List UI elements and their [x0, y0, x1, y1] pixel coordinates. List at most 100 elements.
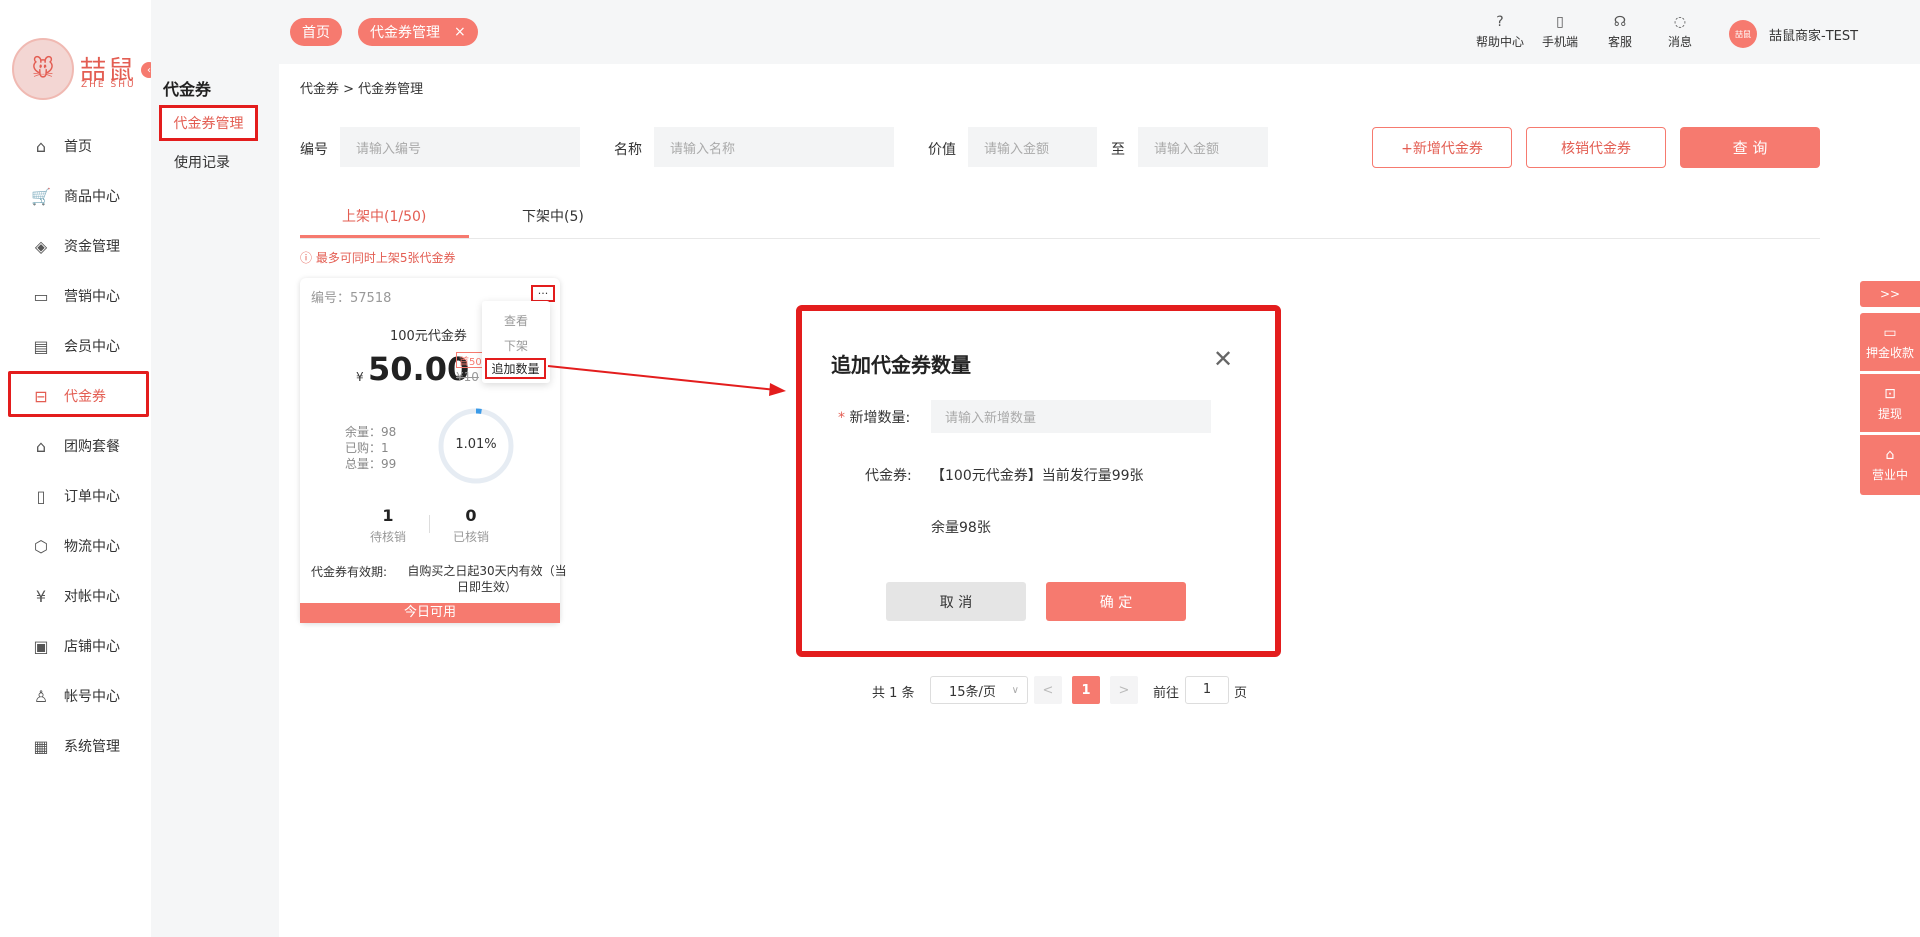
nav-item-4[interactable]: ▭ 营销中心 — [30, 278, 160, 314]
value-max-input[interactable]: 请输入金额 — [1138, 127, 1268, 167]
value-min-input[interactable]: 请输入金额 — [968, 127, 1097, 167]
goto-page-input[interactable]: 1 — [1185, 676, 1229, 704]
arrow-line — [547, 365, 777, 391]
page-size-value: 15条/页 — [949, 684, 996, 700]
prev-page-button[interactable]: < — [1034, 676, 1062, 704]
subnav-item-voucher-manage[interactable]: 代金券管理 — [159, 105, 258, 141]
card-icon: ▭ — [1883, 325, 1897, 341]
cart-icon: 🛒 — [31, 186, 51, 206]
page-size-select[interactable]: 15条/页 ∨ — [930, 676, 1028, 704]
menu-item-take-off[interactable]: 下架 — [482, 337, 550, 354]
service-label: 客服 — [1607, 35, 1632, 49]
tab-on-shelf[interactable]: 上架中(1/50) — [342, 206, 426, 226]
nav-item-12[interactable]: ♙ 帐号中心 — [30, 678, 160, 714]
menu-item-add-quantity[interactable]: 追加数量 — [485, 358, 546, 379]
avatar[interactable]: 喆鼠 — [1729, 20, 1757, 48]
nav-item-label: 团购套餐 — [64, 439, 120, 455]
code-label: 编号 — [300, 142, 328, 158]
headset-icon: ☊ — [1613, 14, 1627, 30]
tab-active-indicator — [300, 235, 469, 238]
shelf-limit-text: 最多可同时上架5张代金券 — [315, 251, 456, 265]
chevron-down-icon: ∨ — [1011, 684, 1019, 696]
yen-circle-icon: ¥ — [35, 586, 47, 606]
tab-voucher-manage[interactable]: 代金券管理 × — [358, 18, 478, 46]
available-today-banner: 今日可用 — [300, 603, 560, 623]
verify-voucher-button[interactable]: 核销代金券 — [1526, 127, 1666, 168]
nav-item-8[interactable]: ▯ 订单中心 — [30, 478, 160, 514]
mobile-button[interactable]: ▯ 手机端 — [1532, 14, 1588, 50]
annotation-arrow — [547, 365, 786, 396]
close-icon[interactable]: ✕ — [1213, 345, 1233, 373]
bought-stat: 已购：1 — [345, 441, 389, 455]
nav-item-10[interactable]: ¥ 对帐中心 — [30, 578, 160, 614]
phone-icon: ▯ — [1556, 14, 1564, 30]
nav-item-label: 系统管理 — [64, 739, 120, 755]
more-options-button[interactable]: ··· — [531, 285, 555, 302]
name-label: 名称 — [614, 142, 642, 158]
breadcrumb: 代金券 > 代金券管理 — [300, 82, 424, 97]
validity-value: 自购买之日起30天内有效（当日即生效） — [407, 564, 567, 594]
nav-item-13[interactable]: ▦ 系统管理 — [30, 728, 160, 764]
nav-item-2[interactable]: 🛒 商品中心 — [30, 178, 160, 214]
menu-item-view[interactable]: 查看 — [482, 312, 550, 329]
voucher-label: 代金券: — [865, 468, 912, 484]
shelf-limit-warning: ⓘ 最多可同时上架5张代金券 — [300, 249, 455, 266]
bag-icon: ⌂ — [35, 436, 47, 456]
nav-item-7[interactable]: ⌂ 团购套餐 — [30, 428, 160, 464]
nav-item-label: 物流中心 — [64, 539, 120, 555]
nav-item-9[interactable]: ⬡ 物流中心 — [30, 528, 160, 564]
code-input[interactable]: 请输入编号 — [340, 127, 580, 167]
sub-sidebar-title: 代金券 — [163, 80, 212, 99]
brand-subtitle: ZHE SHU — [81, 80, 136, 90]
tab-home[interactable]: 首页 — [290, 18, 342, 46]
help-center-button[interactable]: ? 帮助中心 — [1472, 14, 1528, 50]
deposit-collect-button[interactable]: ▭ 押金收款 — [1860, 313, 1920, 371]
value-label: 价值 — [928, 142, 956, 158]
voucher-issue-info: 【100元代金券】当前发行量99张 — [931, 468, 1144, 484]
cancel-button[interactable]: 取 消 — [886, 582, 1026, 621]
pending-label: 待核销 — [369, 530, 406, 544]
nav-item-label: 店铺中心 — [64, 639, 120, 655]
customer-service-button[interactable]: ☊ 客服 — [1592, 14, 1648, 50]
original-price: ¥10 — [456, 370, 479, 384]
page-1-button[interactable]: 1 — [1072, 676, 1100, 704]
user-icon: ♙ — [33, 686, 49, 706]
add-voucher-button[interactable]: +新增代金券 — [1372, 127, 1512, 168]
voucher-id: 编号：57518 — [311, 291, 392, 306]
messages-button[interactable]: ◌ 消息 — [1652, 14, 1708, 50]
quantity-input[interactable]: 请输入新增数量 — [931, 400, 1211, 433]
voucher-name: 100元代金券 — [390, 329, 467, 344]
confirm-button[interactable]: 确 定 — [1046, 582, 1186, 621]
nav-item-3[interactable]: ◈ 资金管理 — [30, 228, 160, 264]
withdraw-button[interactable]: ⊡ 提现 — [1860, 374, 1920, 432]
subnav-item-usage-records[interactable]: 使用记录 — [174, 152, 230, 172]
tab-off-shelf[interactable]: 下架中(5) — [522, 206, 584, 226]
home-icon: ⌂ — [35, 136, 47, 156]
expand-panel-button[interactable]: >> — [1860, 281, 1920, 307]
nav-item-label: 商品中心 — [64, 189, 120, 205]
open-label: 营业中 — [1871, 468, 1908, 482]
name-input[interactable]: 请输入名称 — [654, 127, 894, 167]
withdraw-label: 提现 — [1877, 407, 1902, 421]
goto-label: 前往 — [1153, 686, 1180, 701]
messages-label: 消息 — [1667, 35, 1692, 49]
open-status-button[interactable]: ⌂ 营业中 — [1860, 435, 1920, 495]
remaining-stat: 余量：98 — [345, 425, 397, 439]
query-button[interactable]: 查 询 — [1680, 127, 1820, 168]
user-name[interactable]: 喆鼠商家-TEST — [1769, 25, 1858, 44]
remaining-info: 余量98张 — [931, 520, 991, 536]
next-page-button[interactable]: > — [1110, 676, 1138, 704]
warning-icon: ⓘ — [300, 251, 313, 265]
validity-label: 代金券有效期: — [311, 565, 388, 579]
bookmark-icon: ⊡ — [1884, 386, 1896, 402]
yen-symbol: ¥ — [356, 370, 364, 384]
nav-item-label: 营销中心 — [64, 289, 120, 305]
used-label: 已核销 — [452, 530, 489, 544]
close-tab-icon[interactable]: × — [454, 24, 466, 40]
nav-item-6[interactable]: ⊟ 代金券 — [30, 378, 160, 414]
nav-item-5[interactable]: ▤ 会员中心 — [30, 328, 160, 364]
nav-item-label: 会员中心 — [64, 339, 120, 355]
nav-item-1[interactable]: ⌂ 首页 — [30, 128, 160, 164]
tab-voucher-manage-label: 代金券管理 — [370, 25, 440, 41]
nav-item-11[interactable]: ▣ 店铺中心 — [30, 628, 160, 664]
